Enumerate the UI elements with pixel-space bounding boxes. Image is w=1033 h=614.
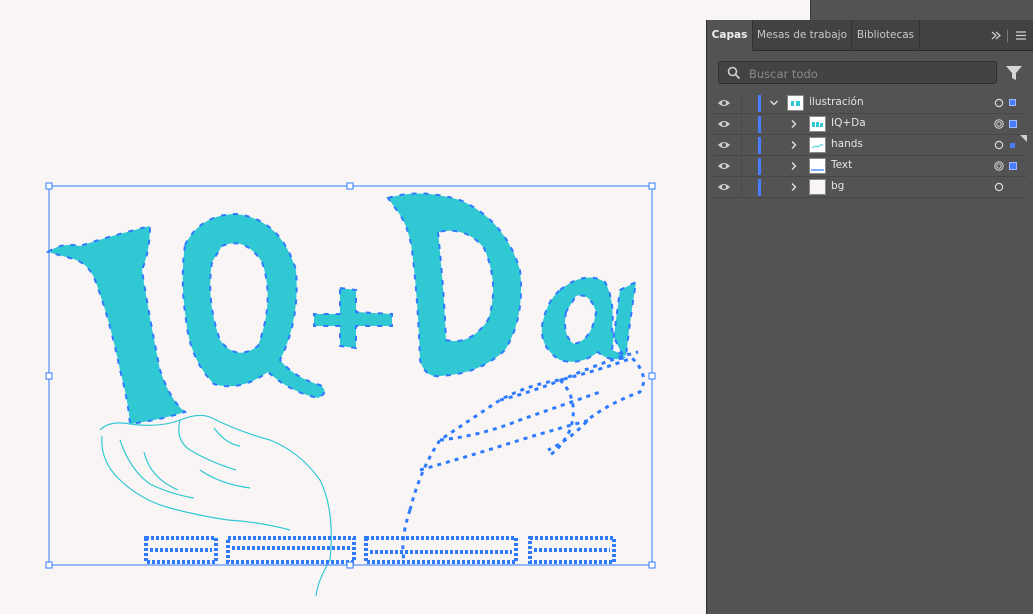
resize-handle-top-left[interactable] <box>45 182 53 190</box>
eye-icon[interactable] <box>717 161 731 171</box>
target-double-circle-icon[interactable] <box>994 119 1004 129</box>
layer-thumbnail <box>787 95 804 111</box>
tab-mesas-de-trabajo[interactable]: Mesas de trabajo <box>753 20 852 51</box>
corner-triangle-icon <box>1020 135 1027 142</box>
lock-column[interactable] <box>741 135 742 156</box>
lock-column[interactable] <box>741 156 742 177</box>
resize-handle-bottom[interactable] <box>346 561 354 569</box>
layer-color-bar <box>758 116 761 133</box>
eye-icon[interactable] <box>717 140 731 150</box>
layer-name[interactable]: IQ+Da <box>831 117 866 129</box>
tab-capas[interactable]: Capas <box>707 20 753 51</box>
resize-handle-left[interactable] <box>45 372 53 380</box>
layer-row-ilustracion[interactable]: ilustración <box>713 93 1027 114</box>
chevron-right-icon[interactable] <box>789 161 799 171</box>
footer-text-outline[interactable] <box>144 536 616 564</box>
layer-color-bar <box>758 158 761 175</box>
layer-thumbnail <box>809 158 826 174</box>
layer-name[interactable]: hands <box>831 138 863 150</box>
layer-name[interactable]: Text <box>831 159 852 171</box>
left-hand-outline[interactable] <box>99 414 332 597</box>
artwork[interactable] <box>0 0 706 614</box>
search-box[interactable] <box>718 61 997 84</box>
eye-icon[interactable] <box>717 182 731 192</box>
right-hand-outline[interactable] <box>401 350 646 561</box>
iq-da-lettering[interactable] <box>45 192 638 426</box>
adjacent-panel-strip <box>810 0 1033 20</box>
target-circle-icon[interactable] <box>994 140 1004 150</box>
eye-icon[interactable] <box>717 119 731 129</box>
selection-indicator[interactable] <box>1009 120 1017 128</box>
layer-row-bg[interactable]: bg <box>713 177 1027 198</box>
layer-thumbnail <box>809 137 826 153</box>
target-circle-icon[interactable] <box>994 182 1004 192</box>
search-icon <box>727 66 741 80</box>
artboard-canvas[interactable] <box>0 0 706 614</box>
layers-panel: Capas Mesas de trabajo Bibliotecas Busca… <box>706 20 1033 614</box>
chevron-down-icon[interactable] <box>769 98 779 108</box>
search-input[interactable] <box>747 64 991 83</box>
target-circle-icon[interactable] <box>994 98 1004 108</box>
lock-column[interactable] <box>741 114 742 135</box>
layers-list: ilustración IQ+Da hands Text bg <box>713 93 1027 198</box>
panel-tab-bar: Capas Mesas de trabajo Bibliotecas <box>707 20 1033 51</box>
target-double-circle-icon[interactable] <box>994 161 1004 171</box>
layer-thumbnail <box>809 116 826 132</box>
resize-handle-bottom-right[interactable] <box>648 561 656 569</box>
resize-handle-right[interactable] <box>648 372 656 380</box>
layer-color-bar <box>758 137 761 154</box>
lock-column[interactable] <box>741 93 742 114</box>
chevron-right-icon[interactable] <box>789 119 799 129</box>
tab-bibliotecas[interactable]: Bibliotecas <box>852 20 920 51</box>
layer-row-hands[interactable]: hands <box>713 135 1027 156</box>
layer-row-iq-da[interactable]: IQ+Da <box>713 114 1027 135</box>
resize-handle-bottom-left[interactable] <box>45 561 53 569</box>
eye-icon[interactable] <box>717 98 731 108</box>
layer-thumbnail <box>809 179 826 195</box>
chevron-right-icon[interactable] <box>789 182 799 192</box>
resize-handle-top-right[interactable] <box>648 182 656 190</box>
separator <box>1007 20 1009 51</box>
filter-icon[interactable] <box>1005 64 1023 82</box>
hamburger-menu-icon[interactable] <box>1015 20 1027 51</box>
selection-indicator[interactable] <box>1010 143 1015 148</box>
selection-indicator[interactable] <box>1009 99 1016 106</box>
layer-color-bar <box>758 95 761 112</box>
layer-name[interactable]: ilustración <box>809 96 864 108</box>
chevron-right-icon[interactable] <box>789 140 799 150</box>
layer-name[interactable]: bg <box>831 180 844 192</box>
double-chevron-right-icon[interactable] <box>990 20 1002 51</box>
lock-column[interactable] <box>741 177 742 198</box>
selection-indicator[interactable] <box>1009 162 1017 170</box>
layer-color-bar <box>758 179 761 196</box>
layer-row-text[interactable]: Text <box>713 156 1027 177</box>
resize-handle-top[interactable] <box>346 182 354 190</box>
